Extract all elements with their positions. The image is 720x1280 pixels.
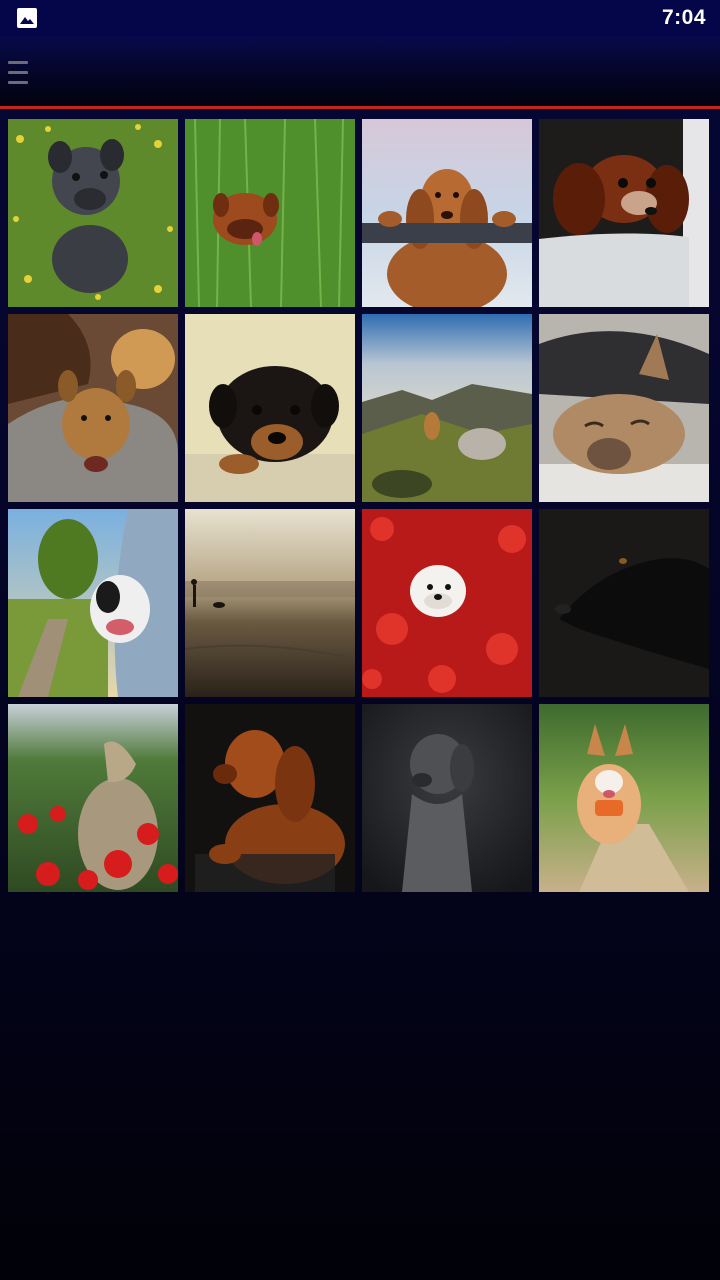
- french-bulldog-photo: [539, 314, 709, 502]
- puppies-photo: [8, 314, 178, 502]
- beach-photo: [185, 509, 355, 697]
- photo-rottweiler-puppy[interactable]: [185, 314, 355, 502]
- photo-dogue-de-bordeaux-in-grass[interactable]: [185, 119, 355, 307]
- dogue-photo: [185, 119, 355, 307]
- app-bar-divider: [0, 106, 720, 109]
- photo-cavalier-spaniel-in-tub[interactable]: [539, 119, 709, 307]
- howling-dog-photo: [8, 704, 178, 892]
- status-bar: 7:04: [0, 0, 720, 36]
- app-bar: [0, 36, 720, 106]
- photo-vizsla-portrait[interactable]: [185, 704, 355, 892]
- weimaraner-photo: [362, 704, 532, 892]
- photo-french-bulldog-sleeping[interactable]: [539, 314, 709, 502]
- photo-person-and-dog-on-beach[interactable]: [185, 509, 355, 697]
- cocker-spaniel-photo: [362, 119, 532, 307]
- mountain-dog-photo: [362, 314, 532, 502]
- photo-cocker-spaniel-on-fence[interactable]: [362, 119, 532, 307]
- hamburger-menu-icon[interactable]: [8, 54, 36, 90]
- pug-puppy-photo: [8, 119, 178, 307]
- rottweiler-photo: [185, 314, 355, 502]
- photo-bulldog-in-car-window[interactable]: [8, 509, 178, 697]
- photo-white-dog-in-red-flowers[interactable]: [362, 509, 532, 697]
- image-icon: [17, 8, 37, 28]
- car-window-dog-photo: [8, 509, 178, 697]
- photo-corgi-running[interactable]: [539, 704, 709, 892]
- photo-pug-puppy-in-flowers[interactable]: [8, 119, 178, 307]
- photo-dog-howling-in-poppies[interactable]: [8, 704, 178, 892]
- cavalier-photo: [539, 119, 709, 307]
- black-dog-photo: [539, 509, 709, 697]
- photo-black-dog-in-shadow[interactable]: [539, 509, 709, 697]
- status-time: 7:04: [661, 6, 706, 29]
- corgi-photo: [539, 704, 709, 892]
- photo-weimaraner-portrait[interactable]: [362, 704, 532, 892]
- photo-puppies-in-bag[interactable]: [8, 314, 178, 502]
- photo-grid: [8, 119, 709, 892]
- red-flowers-dog-photo: [362, 509, 532, 697]
- photo-dog-on-mountain[interactable]: [362, 314, 532, 502]
- vizsla-photo: [185, 704, 355, 892]
